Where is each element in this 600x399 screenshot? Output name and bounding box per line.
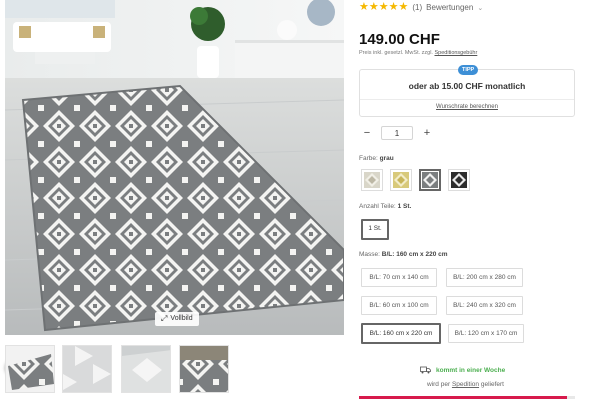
- quantity-input[interactable]: [381, 126, 413, 140]
- truck-icon: [420, 366, 431, 374]
- fullview-label: Vollbild: [170, 315, 193, 322]
- swatch-black-pattern: [451, 172, 467, 188]
- color-swatch-beige[interactable]: [361, 169, 383, 191]
- quantity-decrease-button[interactable]: −: [359, 126, 375, 140]
- chevron-down-icon: ⌄: [477, 4, 484, 12]
- color-label: Farbe: grau: [359, 155, 394, 162]
- financing-box: TIPP oder ab 15.00 CHF monatlich Wunschr…: [359, 65, 575, 117]
- color-label-text: Farbe:: [359, 155, 378, 162]
- quantity-increase-button[interactable]: +: [419, 126, 435, 140]
- parts-selected-value: 1 St.: [397, 203, 412, 210]
- thumbnail-2[interactable]: [62, 345, 112, 393]
- expand-icon: ⤢: [161, 314, 168, 323]
- price-note-text: Preis inkl. gesetzl. MwSt. zzgl.: [359, 50, 433, 56]
- fullview-button[interactable]: ⤢ Vollbild: [155, 312, 199, 326]
- color-swatch-black[interactable]: [448, 169, 470, 191]
- product-price: 149.00 CHF: [359, 31, 440, 48]
- star-icon: ★: [378, 1, 389, 13]
- review-count: (1): [412, 3, 423, 12]
- calculate-rate-link[interactable]: Wunschrate berechnen: [360, 104, 574, 110]
- delivery-text: kommt in einer Woche: [436, 366, 506, 374]
- shipper-link[interactable]: Spedition: [452, 381, 479, 388]
- size-option-60x100[interactable]: B/L: 60 cm x 100 cm: [361, 296, 437, 315]
- star-icon: ★: [359, 1, 369, 13]
- product-main-image[interactable]: ⤢ Vollbild: [5, 0, 344, 335]
- thumbnail-4-image: [180, 346, 228, 392]
- rating-stars: ★ ★ ★ ★ ★: [359, 2, 408, 13]
- price-note: Preis inkl. gesetzl. MwSt. zzgl. Spediti…: [359, 50, 477, 56]
- swatch-beige-pattern: [364, 172, 380, 188]
- rug-room-photo: [5, 0, 344, 335]
- size-option-200x280[interactable]: B/L: 200 cm x 280 cm: [446, 268, 523, 287]
- size-option-70x140[interactable]: B/L: 70 cm x 140 cm: [361, 268, 437, 287]
- swatch-grey-pattern: [422, 172, 438, 188]
- financing-divider: [360, 99, 574, 100]
- thumbnail-1-image: [6, 346, 54, 392]
- parts-label-text: Anzahl Teile:: [359, 203, 396, 210]
- reviews-label: Bewertungen: [426, 3, 474, 12]
- delivery-info: kommt in einer Woche: [420, 366, 505, 374]
- size-selected-value: B/L: 160 cm x 220 cm: [381, 251, 448, 258]
- size-label: Masse: B/L: 160 cm x 220 cm: [359, 251, 448, 258]
- color-swatch-grey[interactable]: [419, 169, 441, 191]
- tip-badge: TIPP: [458, 65, 479, 75]
- shipper-prefix: wird per: [427, 381, 451, 388]
- quantity-stepper: − +: [359, 126, 435, 140]
- size-option-120x170[interactable]: B/L: 120 cm x 170 cm: [448, 324, 524, 343]
- size-label-text: Masse:: [359, 251, 380, 258]
- shipper-info: wird per Spedition geliefert: [427, 381, 504, 388]
- parts-option-1[interactable]: 1 St.: [361, 219, 389, 240]
- color-selected-value: grau: [379, 155, 394, 162]
- shipping-fee-link[interactable]: Speditionsgebühr: [435, 50, 478, 56]
- thumbnail-3-image: [122, 346, 170, 392]
- star-icon: ★: [388, 1, 399, 13]
- shipper-suffix: geliefert: [480, 381, 504, 388]
- star-icon: ★: [398, 1, 409, 13]
- size-option-160x220[interactable]: B/L: 160 cm x 220 cm: [361, 323, 441, 344]
- thumbnail-1[interactable]: [5, 345, 55, 393]
- parts-label: Anzahl Teile: 1 St.: [359, 203, 411, 210]
- size-option-240x320[interactable]: B/L: 240 cm x 320 cm: [446, 296, 523, 315]
- thumbnail-3[interactable]: [121, 345, 171, 393]
- financing-text: oder ab 15.00 CHF monatlich: [408, 81, 526, 91]
- star-icon: ★: [368, 1, 379, 13]
- thumbnail-4[interactable]: [179, 345, 229, 393]
- rating[interactable]: ★ ★ ★ ★ ★ (1) Bewertungen ⌄: [359, 2, 483, 13]
- thumbnail-2-image: [63, 346, 111, 392]
- swatch-yellow-pattern: [393, 172, 409, 188]
- color-swatch-yellow[interactable]: [390, 169, 412, 191]
